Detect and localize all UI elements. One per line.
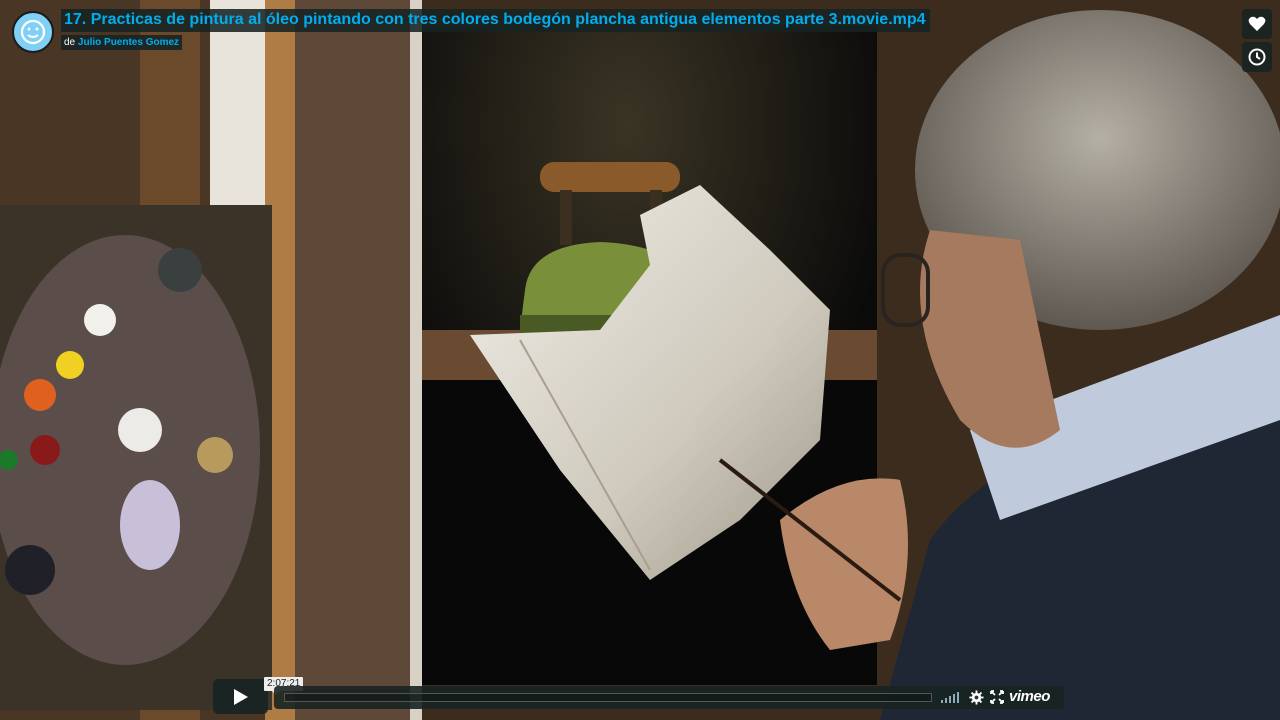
author-link[interactable]: Julio Puentes Gomez (78, 37, 179, 48)
watch-later-button[interactable] (1242, 42, 1272, 72)
play-button[interactable] (213, 679, 268, 714)
channel-avatar[interactable] (12, 11, 54, 53)
fullscreen-icon[interactable] (990, 690, 1004, 704)
play-icon (233, 688, 248, 705)
video-title[interactable]: 17. Practicas de pintura al óleo pintand… (61, 9, 930, 32)
gear-icon[interactable] (969, 690, 984, 705)
volume-icon[interactable] (941, 692, 961, 703)
vimeo-logo[interactable]: vimeo (1009, 688, 1050, 705)
smiley-icon (20, 19, 46, 45)
byline-prefix: de (64, 37, 76, 48)
title-block: 17. Practicas de pintura al óleo pintand… (61, 9, 930, 50)
control-bar: vimeo (274, 686, 1064, 709)
video-frame[interactable] (0, 0, 1280, 720)
like-button[interactable] (1242, 9, 1272, 39)
heart-icon (1248, 16, 1266, 31)
clock-icon (1248, 48, 1266, 66)
byline: de Julio Puentes Gomez (61, 35, 183, 50)
progress-bar[interactable] (284, 693, 932, 702)
